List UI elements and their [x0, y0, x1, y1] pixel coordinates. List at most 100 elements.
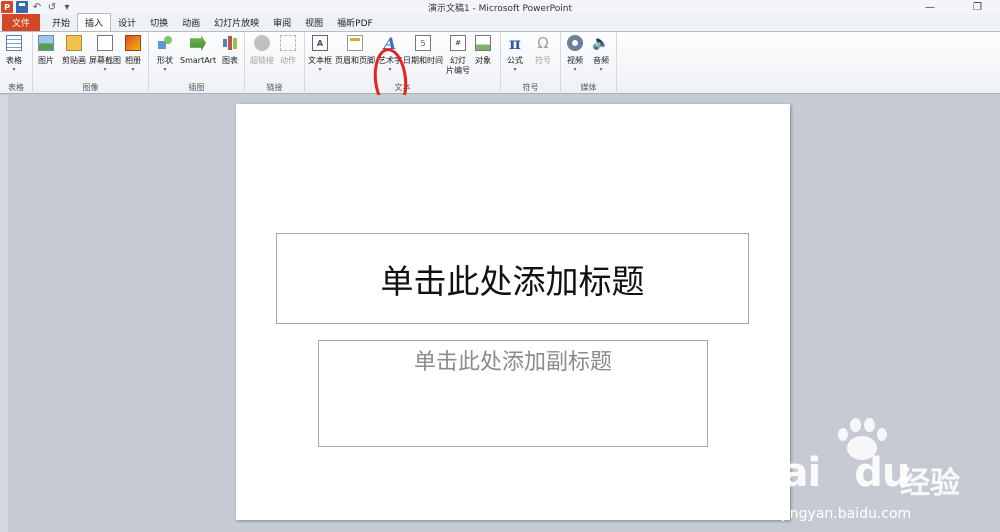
- chevron-down-icon: ▾: [513, 66, 517, 73]
- chart-button-label: 图表: [222, 56, 238, 65]
- header-footer-button[interactable]: 页眉和页脚: [335, 35, 375, 66]
- textbox-button-label: 文本框: [308, 56, 332, 65]
- object-icon: [475, 35, 491, 51]
- clipart-button-label: 剪贴画: [62, 56, 86, 65]
- tab-view[interactable]: 视图: [298, 14, 330, 31]
- action-button[interactable]: 动作: [280, 35, 296, 66]
- watermark-brand-bai: Bai: [752, 450, 821, 496]
- watermark-jingyan-text: 经验: [900, 466, 960, 501]
- slide-number-button[interactable]: # 幻灯 片编号: [446, 35, 470, 76]
- omega-icon: Ω: [537, 34, 549, 52]
- film-reel-icon: [567, 35, 583, 51]
- object-button-label: 对象: [475, 56, 491, 65]
- watermark-brand: Bai du: [752, 450, 910, 496]
- restore-icon[interactable]: ❐: [973, 2, 982, 13]
- picture-button[interactable]: 图片: [38, 35, 54, 66]
- object-button[interactable]: 对象: [475, 35, 491, 66]
- group-label-links: 链接: [266, 83, 283, 92]
- slide-number-button-label: 幻灯 片编号: [446, 56, 470, 75]
- pi-icon: π: [509, 33, 521, 53]
- slide-canvas[interactable]: 单击此处添加标题 单击此处添加副标题: [236, 104, 790, 520]
- baidu-jingyan-watermark: Bai du 经验 jingyan.baidu.com: [752, 418, 992, 528]
- watermark-url: jingyan.baidu.com: [782, 506, 912, 522]
- ribbon-tabs: 文件 开始 插入 设计 切换 动画 幻灯片放映 审阅 视图 福昕PDF: [0, 13, 1000, 31]
- album-button[interactable]: 相册 ▾: [125, 35, 141, 73]
- action-icon: [280, 35, 296, 51]
- shapes-button[interactable]: 形状 ▾: [157, 35, 173, 73]
- left-scroll-track[interactable]: [0, 95, 8, 532]
- slide-number-icon: #: [450, 35, 466, 51]
- group-label-table: 表格: [8, 83, 24, 92]
- picture-button-label: 图片: [38, 56, 54, 65]
- speaker-icon: 🔈: [592, 35, 610, 51]
- title-placeholder[interactable]: 单击此处添加标题: [276, 233, 749, 324]
- tab-insert[interactable]: 插入: [77, 13, 112, 31]
- chart-button[interactable]: 图表: [222, 35, 238, 66]
- minimize-icon[interactable]: —: [925, 2, 935, 13]
- screenshot-button-label: 屏幕截图: [89, 56, 121, 65]
- tab-transitions[interactable]: 切换: [143, 14, 175, 31]
- header-footer-button-label: 页眉和页脚: [335, 56, 375, 65]
- tab-design[interactable]: 设计: [111, 14, 143, 31]
- equation-button[interactable]: π 公式 ▾: [507, 33, 523, 74]
- tab-home[interactable]: 开始: [45, 14, 77, 31]
- group-label-media: 媒体: [580, 83, 597, 92]
- hyperlink-button[interactable]: 超链接: [250, 35, 274, 66]
- photo-album-icon: [125, 35, 141, 51]
- tab-foxit-pdf[interactable]: 福昕PDF: [330, 14, 380, 31]
- shapes-icon: [157, 35, 173, 51]
- symbol-button-label: 符号: [535, 56, 551, 65]
- picture-icon: [38, 35, 54, 51]
- shapes-button-label: 形状: [157, 56, 173, 65]
- chevron-down-icon: ▾: [318, 66, 322, 73]
- slide-editing-pane: 单击此处添加标题 单击此处添加副标题 Bai du 经验 jingyan.baid…: [0, 95, 1000, 532]
- hyperlink-button-label: 超链接: [250, 56, 274, 65]
- title-bar: P ↶ ↺ ▾ 演示文稿1 - Microsoft PowerPoint — ❐: [0, 0, 1000, 14]
- textbox-button[interactable]: A 文本框 ▾: [308, 35, 332, 73]
- chevron-down-icon: ▾: [12, 66, 16, 73]
- group-label-symbols: 符号: [522, 83, 539, 92]
- tab-animations[interactable]: 动画: [175, 14, 207, 31]
- audio-button-label: 音频: [593, 56, 609, 65]
- smartart-button[interactable]: SmartArt: [180, 35, 216, 66]
- group-label-illustrations: 插图: [188, 83, 205, 92]
- group-label-images: 图像: [82, 83, 99, 92]
- chart-icon: [222, 35, 238, 51]
- subtitle-placeholder[interactable]: 单击此处添加副标题: [318, 340, 708, 447]
- equation-button-label: 公式: [507, 56, 523, 65]
- window-controls: — ❐: [925, 0, 982, 14]
- action-button-label: 动作: [280, 56, 296, 65]
- header-footer-icon: [347, 35, 363, 51]
- table-icon: [6, 35, 22, 51]
- screenshot-button[interactable]: 屏幕截图 ▾: [89, 35, 121, 73]
- clipart-button[interactable]: 剪贴画: [62, 35, 86, 66]
- group-images: 图片 剪贴画 屏幕截图 ▾ 相册 ▾ 图像: [33, 32, 149, 94]
- window-title: 演示文稿1 - Microsoft PowerPoint: [427, 4, 573, 14]
- tab-slideshow[interactable]: 幻灯片放映: [207, 14, 266, 31]
- datetime-button[interactable]: 5 日期和时间: [403, 35, 443, 66]
- tab-file[interactable]: 文件: [2, 14, 41, 31]
- calendar-icon: 5: [415, 35, 431, 51]
- group-media: 视频 ▾ 🔈 音频 ▾ 媒体: [561, 32, 617, 94]
- screenshot-icon: [97, 35, 113, 51]
- group-table: 表格 ▾ 表格: [0, 32, 33, 94]
- chevron-down-icon: ▾: [103, 66, 107, 73]
- chevron-down-icon: ▾: [599, 66, 603, 73]
- ribbon-insert: 表格 ▾ 表格 图片 剪贴画 屏幕截图 ▾ 相册 ▾ 图像 形状 ▾ Smart…: [0, 31, 1000, 113]
- table-button[interactable]: 表格 ▾: [6, 35, 22, 73]
- symbol-button[interactable]: Ω 符号: [535, 34, 551, 66]
- tab-review[interactable]: 审阅: [266, 14, 298, 31]
- group-illustrations: 形状 ▾ SmartArt 图表 插图: [149, 32, 245, 94]
- clipart-icon: [66, 35, 82, 51]
- smartart-button-label: SmartArt: [180, 56, 217, 65]
- chevron-down-icon: ▾: [163, 66, 167, 73]
- table-button-label: 表格: [6, 56, 22, 65]
- chevron-down-icon: ▾: [573, 66, 577, 73]
- video-button-label: 视频: [567, 56, 583, 65]
- textbox-icon: A: [312, 35, 328, 51]
- album-button-label: 相册: [125, 56, 141, 65]
- datetime-button-label: 日期和时间: [403, 56, 443, 65]
- video-button[interactable]: 视频 ▾: [567, 35, 583, 73]
- group-links: 超链接 动作 链接: [245, 32, 305, 94]
- audio-button[interactable]: 🔈 音频 ▾: [592, 35, 610, 73]
